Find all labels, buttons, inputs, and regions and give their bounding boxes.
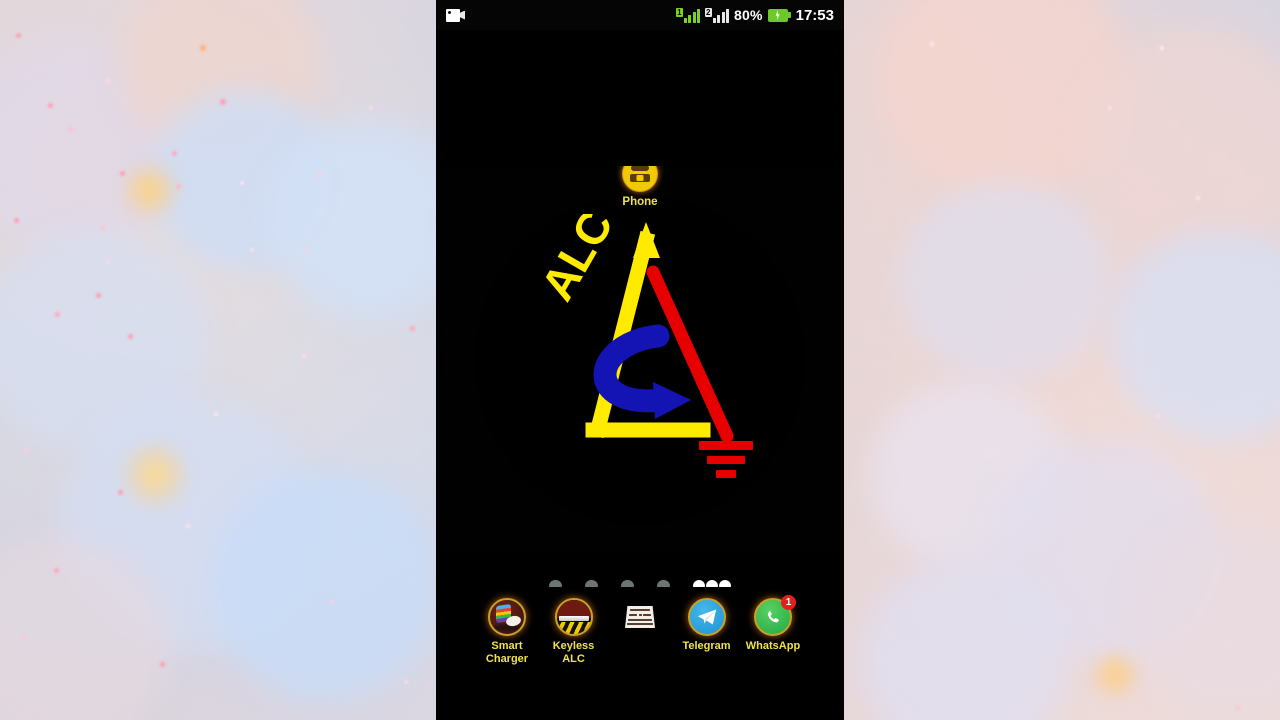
dock-item-telegram-label: Telegram	[682, 640, 731, 652]
status-bar-left	[446, 8, 465, 22]
alc-logo-text: ALC	[531, 214, 623, 309]
paper-plane-glyph	[697, 609, 716, 625]
alc-logo-artwork: ALC	[531, 214, 753, 478]
battery-charging-icon	[767, 8, 791, 22]
dock-label-line1: Smart	[491, 640, 523, 652]
page-dot-1[interactable]	[549, 580, 562, 587]
app-dock: Smart Charger Keyless ALC Telegram 1 Wha…	[436, 595, 844, 694]
dock-item-whatsapp-label: WhatsApp	[745, 640, 801, 652]
dock-item-keyboard[interactable]	[607, 598, 673, 640]
whatsapp-notification-badge: 1	[781, 595, 796, 610]
dock-item-keyless-alc[interactable]: Keyless ALC	[541, 598, 607, 666]
page-dot-5-active[interactable]	[693, 580, 731, 587]
keyless-alc-icon[interactable]	[554, 598, 593, 636]
phone-handset-glyph	[767, 610, 779, 623]
phone-screen: 1 2 80% 17:53 Phone ALC Smart Charger Ke…	[436, 0, 844, 720]
keyboard-icon[interactable]	[621, 598, 659, 636]
dock-item-telegram[interactable]: Telegram	[674, 598, 740, 653]
status-bar-right: 1 2 80% 17:53	[676, 7, 834, 24]
app-shortcut-phone[interactable]: Phone	[597, 166, 683, 209]
dock-label-line2: Charger	[485, 653, 529, 665]
sim1-signal-icon: 1	[676, 7, 701, 23]
page-dot-2[interactable]	[585, 580, 598, 587]
dock-item-smart-charger[interactable]: Smart Charger	[474, 598, 540, 666]
page-dot-3[interactable]	[621, 580, 634, 587]
page-dot-4[interactable]	[657, 580, 670, 587]
page-indicator[interactable]	[436, 580, 844, 587]
sim2-signal-icon: 2	[705, 7, 729, 23]
status-bar-clock: 17:53	[795, 6, 834, 24]
home-screen-panel: Phone ALC	[436, 166, 844, 554]
telegram-icon[interactable]	[687, 598, 726, 636]
telephone-icon[interactable]	[622, 166, 658, 192]
battery-percentage: 80%	[734, 7, 763, 23]
dock-item-whatsapp[interactable]: 1 WhatsApp	[740, 595, 806, 653]
status-bar: 1 2 80% 17:53	[436, 0, 844, 30]
app-shortcut-phone-label: Phone	[622, 196, 658, 208]
dock-item-smart-charger-label: Smart Charger	[474, 640, 540, 666]
sim1-label: 1	[676, 7, 683, 17]
screen-root: 1 2 80% 17:53 Phone ALC Smart Charger Ke…	[0, 0, 1280, 720]
video-camera-icon	[446, 8, 465, 22]
smart-charger-icon[interactable]	[488, 598, 526, 636]
sim2-label: 2	[705, 7, 712, 17]
dock-item-keyless-alc-label: Keyless ALC	[552, 640, 595, 665]
